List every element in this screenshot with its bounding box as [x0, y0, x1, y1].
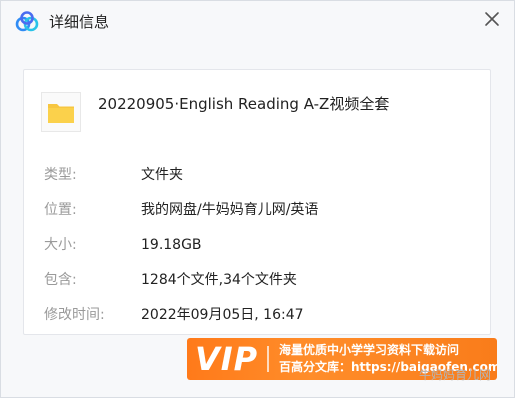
modified-value: 2022年09月05日, 16:47	[141, 307, 304, 323]
size-value: 19.18GB	[141, 237, 202, 253]
modified-label: 修改时间:	[44, 307, 105, 323]
baidu-netdisk-icon	[15, 11, 39, 32]
title-bar: 详细信息	[1, 1, 514, 45]
location-label: 位置:	[44, 202, 77, 218]
close-icon[interactable]	[480, 7, 504, 31]
detail-row-size: 大小: 19.18GB	[24, 235, 492, 255]
folder-icon	[41, 92, 81, 132]
size-label: 大小:	[44, 237, 77, 253]
file-name: 20220905·English Reading A-Z视频全套	[98, 95, 390, 113]
banner-headline: 海量优质中小学学习资料下载访问	[279, 343, 460, 357]
detail-row-location: 位置: 我的网盘/牛妈妈育儿网/英语	[24, 200, 492, 220]
details-dialog: 详细信息 20220905·English Reading A-Z视频全套 类型…	[0, 0, 515, 398]
window-title: 详细信息	[49, 13, 110, 31]
location-value[interactable]: 我的网盘/牛妈妈育儿网/英语	[141, 200, 318, 220]
watermark: 牛妈妈育儿网	[419, 368, 492, 382]
vip-badge: VIP	[195, 340, 259, 378]
contains-value: 1284个文件,34个文件夹	[141, 272, 297, 288]
banner-divider	[267, 346, 269, 372]
type-label: 类型:	[44, 167, 77, 183]
detail-row-modified: 修改时间: 2022年09月05日, 16:47	[24, 305, 492, 325]
detail-row-type: 类型: 文件夹	[24, 165, 492, 185]
details-card: 20220905·English Reading A-Z视频全套 类型: 文件夹…	[23, 69, 491, 335]
detail-row-contains: 包含: 1284个文件,34个文件夹	[24, 270, 492, 290]
type-value: 文件夹	[141, 167, 183, 183]
contains-label: 包含:	[44, 272, 77, 288]
